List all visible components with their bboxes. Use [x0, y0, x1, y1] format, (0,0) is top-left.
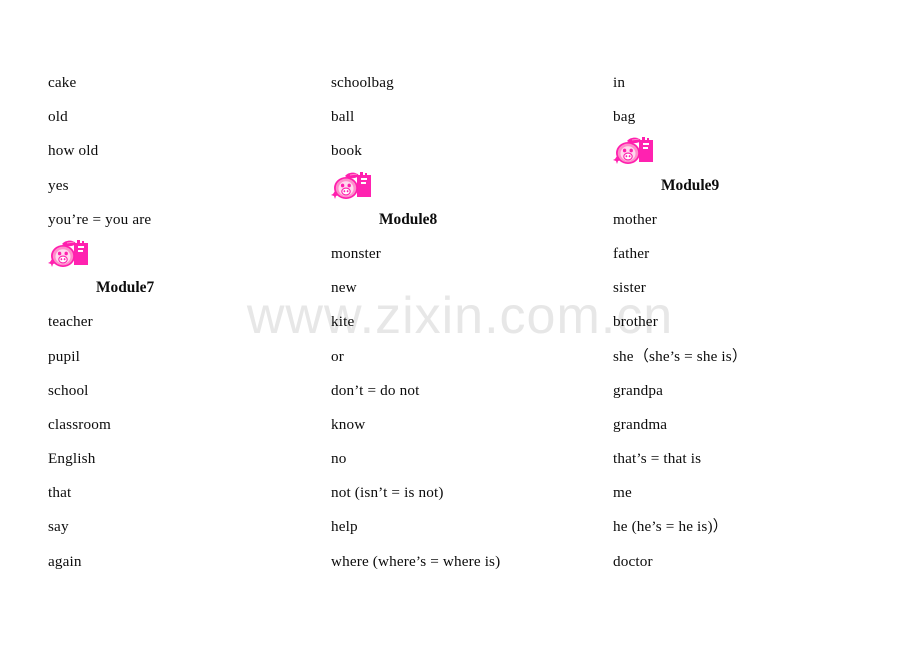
vocabulary-entry: don’t = do not	[331, 381, 420, 399]
vocabulary-entry: again	[48, 552, 82, 570]
vocabulary-entry: father	[613, 244, 650, 262]
word-column-1: cake old how old yes you’re = you are Module7…	[48, 66, 328, 579]
vocabulary-entry: school	[48, 381, 89, 399]
vocabulary-entry: cake	[48, 74, 77, 91]
vocabulary-entry: mother	[613, 210, 657, 228]
module-icon-row	[613, 134, 893, 168]
vocabulary-entry: no	[331, 450, 347, 468]
vocabulary-entry: me	[613, 484, 632, 502]
vocabulary-entry: that’s = that is	[613, 450, 702, 468]
module-heading-block: Module7	[48, 237, 328, 305]
vocabulary-entry: classroom	[48, 415, 111, 433]
vocabulary-entry: that	[48, 484, 72, 502]
module-title: Module7	[96, 279, 155, 297]
pig-apple-icon	[48, 239, 88, 267]
document-page: www.zixin.com.cn cake old how old yes you’re…	[0, 0, 920, 651]
vocabulary-entry: kite	[331, 313, 355, 331]
module-icon-row	[331, 169, 611, 203]
vocabulary-entry: know	[331, 415, 366, 433]
module-icon-row	[48, 237, 328, 271]
vocabulary-entry: grandpa	[613, 381, 663, 399]
vocabulary-entry: yes	[48, 176, 69, 194]
vocabulary-entry: not (isn’t = is not)	[331, 484, 444, 502]
module-heading-block: Module8	[331, 169, 611, 237]
vocabulary-entry: say	[48, 518, 69, 536]
vocabulary-entry: doctor	[613, 552, 653, 570]
vocabulary-entry: new	[331, 279, 357, 297]
vocabulary-entry: where (where’s = where is)	[331, 552, 501, 570]
vocabulary-entry: in	[613, 74, 626, 91]
vocabulary-entry: old	[48, 108, 68, 126]
vocabulary-entry: she（she’s = she is）	[613, 347, 748, 365]
module-title: Module9	[661, 176, 720, 194]
vocabulary-entry: or	[331, 347, 344, 365]
word-list-columns: cake old how old yes you’re = you are Module7…	[0, 0, 920, 651]
vocabulary-entry: pupil	[48, 347, 80, 365]
vocabulary-entry: monster	[331, 244, 381, 262]
pig-apple-icon	[331, 171, 371, 199]
vocabulary-entry: English	[48, 450, 96, 468]
word-column-2: schoolbag ball book Module8 monster new kite or…	[331, 66, 611, 579]
pig-apple-icon	[613, 137, 653, 165]
vocabulary-entry: you’re = you are	[48, 210, 152, 228]
vocabulary-entry: schoolbag	[331, 74, 394, 91]
module-title: Module8	[379, 210, 438, 228]
vocabulary-entry: sister	[613, 279, 646, 297]
vocabulary-entry: he (he’s = he is)）	[613, 518, 729, 536]
word-column-3: in bag Module9 mother father sister brother she…	[613, 66, 893, 579]
vocabulary-entry: brother	[613, 313, 658, 331]
vocabulary-entry: ball	[331, 108, 355, 126]
vocabulary-entry: how old	[48, 142, 99, 160]
vocabulary-entry: grandma	[613, 415, 668, 433]
module-heading-block: Module9	[613, 134, 893, 202]
vocabulary-entry: help	[331, 518, 358, 536]
vocabulary-entry: bag	[613, 108, 636, 126]
vocabulary-entry: book	[331, 142, 362, 160]
vocabulary-entry: teacher	[48, 313, 93, 331]
